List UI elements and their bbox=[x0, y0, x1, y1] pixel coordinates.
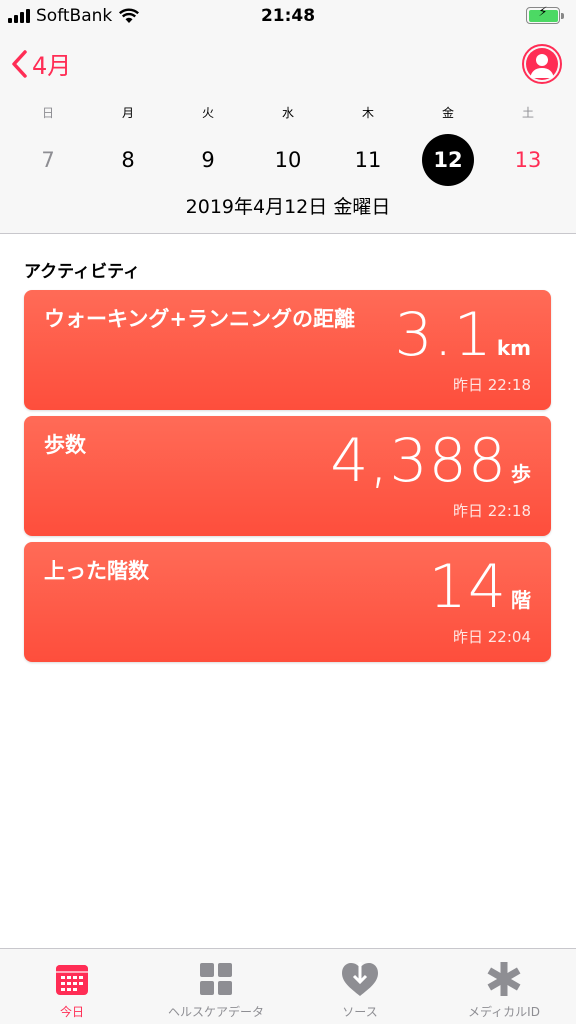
day-number[interactable]: 9 bbox=[182, 134, 234, 186]
back-label: 4月 bbox=[32, 52, 72, 80]
value-number: 3.1 bbox=[394, 300, 493, 370]
tab-bar: 今日 ヘルスケアデータ ソース メディカルID bbox=[0, 948, 576, 1024]
day-selected[interactable]: 12 bbox=[422, 134, 474, 186]
person-icon bbox=[526, 48, 558, 80]
section-title: アクティビティ bbox=[24, 262, 141, 282]
card-timestamp: 昨日 22:18 bbox=[453, 502, 531, 520]
week-strip: 日 7 月 8 火 9 水 10 木 11 金 12 土 13 bbox=[8, 104, 568, 186]
activity-card[interactable]: 上った階数 14 階昨日 22:04 bbox=[24, 542, 551, 662]
selected-date: 2019年4月12日 金曜日 bbox=[185, 196, 391, 218]
card-title: 上った階数 bbox=[44, 559, 149, 583]
value-unit: km bbox=[496, 336, 531, 360]
card-value: 4,388 歩 bbox=[330, 426, 531, 496]
week-day: 土 13 bbox=[488, 104, 568, 186]
tab-medical-id[interactable]: メディカルID bbox=[432, 949, 576, 1024]
week-day: 水 10 bbox=[248, 104, 328, 186]
status-time: 21:48 bbox=[260, 6, 316, 26]
day-number[interactable]: 8 bbox=[102, 134, 154, 186]
activity-card[interactable]: 歩数 4,388 歩昨日 22:18 bbox=[24, 416, 551, 536]
card-value: 14 階 bbox=[429, 552, 531, 622]
tab-label: 今日 bbox=[59, 1005, 84, 1019]
tab-today[interactable]: 今日 bbox=[0, 949, 144, 1024]
heart-download-icon bbox=[342, 962, 378, 996]
tab-sources[interactable]: ソース bbox=[288, 949, 432, 1024]
calendar-header: 4月 日 7 月 8 火 9 水 10 木 11 金 12 土 13 2019年4月12日 金曜日 bbox=[0, 34, 576, 234]
value-number: 4,388 bbox=[330, 426, 507, 496]
card-title: 歩数 bbox=[44, 433, 86, 457]
week-day: 日7 bbox=[8, 104, 88, 186]
value-number: 14 bbox=[428, 552, 507, 622]
tab-label: ヘルスケアデータ bbox=[167, 1005, 264, 1019]
activity-card[interactable]: ウォーキング+ランニングの距離 3.1 km 昨日 22:18 bbox=[24, 290, 551, 410]
grid-icon bbox=[200, 963, 232, 995]
weekday-label: 木 bbox=[361, 106, 374, 120]
day-number[interactable]: 7 bbox=[22, 134, 74, 186]
back-button[interactable]: 4月 bbox=[10, 46, 71, 81]
weekday-label: 水 bbox=[281, 106, 294, 120]
tab-label: ソース bbox=[342, 1005, 378, 1019]
day-number[interactable]: 10 bbox=[262, 134, 314, 186]
profile-button[interactable] bbox=[522, 44, 562, 84]
value-unit: 階 bbox=[511, 588, 531, 612]
day-number[interactable]: 13 bbox=[502, 134, 554, 186]
card-value: 3.1 km bbox=[394, 300, 531, 370]
asterisk-icon bbox=[487, 962, 521, 996]
chevron-left-icon bbox=[12, 49, 27, 78]
weekday-label: 月 bbox=[121, 106, 134, 120]
week-day: 金 12 bbox=[408, 104, 488, 186]
calendar-icon bbox=[56, 965, 88, 995]
weekday-label: 土 bbox=[521, 106, 534, 120]
weekday-label: 火 bbox=[201, 106, 214, 120]
value-unit: 歩 bbox=[511, 462, 531, 486]
card-timestamp: 昨日 22:18 bbox=[453, 376, 531, 394]
card-timestamp: 昨日 22:04 bbox=[453, 628, 531, 646]
weekday-label: 金 bbox=[441, 106, 454, 120]
week-day: 火9 bbox=[168, 104, 248, 186]
battery-icon: ⚡ bbox=[526, 5, 564, 24]
weekday-label: 日 bbox=[41, 106, 54, 120]
status-bar: SoftBank 21:48 ⚡ bbox=[0, 0, 576, 34]
day-number[interactable]: 11 bbox=[342, 134, 394, 186]
week-day: 月8 bbox=[88, 104, 168, 186]
week-day: 木 11 bbox=[328, 104, 408, 186]
tab-health-data[interactable]: ヘルスケアデータ bbox=[144, 949, 288, 1024]
tab-label: メディカルID bbox=[468, 1005, 540, 1019]
card-title: ウォーキング+ランニングの距離 bbox=[44, 307, 355, 331]
